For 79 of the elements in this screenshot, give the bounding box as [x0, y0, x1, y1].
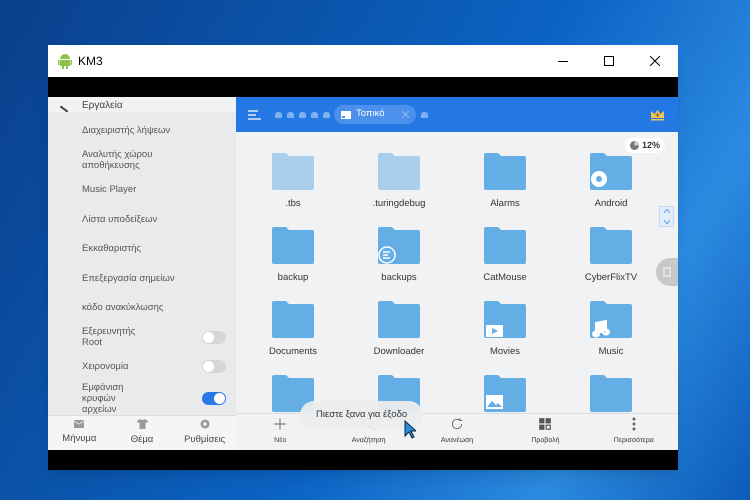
folder-item[interactable]: CyberFlixTV [558, 227, 664, 301]
toggle-switch[interactable] [202, 360, 226, 374]
mouse-cursor-icon [404, 420, 416, 439]
maximize-icon [604, 56, 614, 66]
folder-name: backups [381, 271, 417, 285]
sidebar-item[interactable]: Επεξεργασία σημείων [48, 264, 236, 294]
folder-item[interactable]: .tbs [240, 153, 346, 227]
folder-name: Alarms [490, 197, 520, 211]
refresh-icon [450, 417, 464, 432]
folder-name: .turingdebug [372, 197, 426, 211]
folder-item[interactable]: Android [558, 153, 664, 227]
folder-item[interactable]: backups [346, 227, 452, 301]
folder-name: CyberFlixTV [584, 271, 638, 285]
plus-icon [273, 417, 288, 432]
close-icon [650, 56, 660, 66]
toggle-switch[interactable] [202, 392, 226, 405]
folder-item[interactable]: Alarms [452, 153, 558, 227]
sidebar-item[interactable]: Λίστα υποδείξεων [48, 204, 236, 234]
folder-item[interactable]: Music [558, 301, 664, 375]
scroll-button[interactable] [659, 206, 674, 227]
folder-item[interactable]: Documents [240, 301, 346, 375]
sidebar-item-label: Εξερευνητής Root [82, 326, 136, 348]
sidebar-item-label: Λίστα υποδείξεων [82, 214, 158, 225]
sidebar-item-label: Music Player [82, 184, 138, 196]
folder-name: Movies [490, 345, 520, 359]
sidebar-item[interactable]: Διαχειριστής λήψεων [48, 116, 236, 146]
crown-icon[interactable] [651, 108, 664, 120]
clipboard-tab[interactable] [656, 258, 678, 286]
close-icon[interactable] [402, 111, 408, 118]
sidebar-tab[interactable]: Μήνυμα [48, 416, 111, 450]
settings-icon [200, 418, 210, 429]
minimize-icon [558, 60, 568, 62]
folder-item[interactable]: backup [240, 227, 346, 301]
sidebar-item[interactable]: Εξερευνητής Root [48, 322, 236, 352]
folder-item[interactable]: CatMouse [452, 227, 558, 301]
sidebar-item[interactable]: Αναλυτής χώρου αποθήκευσης [48, 146, 236, 176]
sidebar-item-label: Αναλυτής χώρου αποθήκευσης [82, 149, 154, 172]
arrow-down-icon [664, 220, 670, 224]
more-icon [632, 417, 636, 432]
path-chip-label: Τοπικό [356, 107, 384, 122]
pie-chart-icon [630, 141, 639, 150]
sidebar-item[interactable]: Music Player [48, 175, 236, 205]
mail-icon [74, 420, 84, 428]
folder-item[interactable]: Downloader [346, 301, 452, 375]
sidebar-tab[interactable]: Ρυθμίσεις [173, 416, 236, 450]
breadcrumb-icon [420, 112, 428, 118]
window-title: KM3 [78, 53, 103, 70]
sidebar-item[interactable]: Εκκαθαριστής [48, 234, 236, 264]
folder-item[interactable]: .turingdebug [346, 153, 452, 227]
folder-name: CatMouse [483, 271, 527, 285]
storage-usage-badge[interactable]: 12% [624, 138, 665, 153]
drive-icon [341, 110, 351, 118]
clipboard-icon [663, 267, 671, 277]
sidebar-item[interactable]: Χειρονομία [48, 352, 236, 382]
folder-name: Android [594, 197, 628, 211]
folder-name: .tbs [285, 197, 301, 211]
breadcrumb-icons [275, 112, 330, 118]
sidebar-item[interactable]: κάδο ανακύκλωσης [48, 293, 236, 323]
sidebar-item-label: Διαχειριστής λήψεων [82, 125, 172, 136]
folder-item[interactable]: Movies [452, 301, 558, 375]
toggle-switch[interactable] [202, 330, 226, 344]
folder-name: Downloader [374, 345, 424, 359]
sidebar-item-label: Χειρονομία [82, 361, 130, 372]
sidebar-tab[interactable]: Θέμα [110, 416, 174, 450]
menu-icon[interactable] [248, 110, 261, 120]
folder-name: backup [278, 271, 308, 285]
sidebar-item-label: Εμφάνιση κρυφών αρχείων [82, 382, 124, 415]
folder-name: Music [598, 345, 624, 359]
folder-name: Documents [268, 345, 318, 359]
sidebar-item[interactable]: Εμφάνιση κρυφών αρχείων [48, 382, 236, 415]
sidebar-item-label: Εκκαθαριστής [82, 243, 142, 254]
shirt-icon [136, 418, 148, 429]
sidebar-item-label: κάδο ανακύκλωσης [82, 302, 165, 314]
sidebar-header-title: Εργαλεία [82, 100, 123, 112]
sidebar-item-label: Επεξεργασία σημείων [82, 272, 176, 284]
toast-message: Πιεστε ξανα για έξοδο [300, 401, 424, 429]
android-icon [58, 53, 72, 69]
arrow-up-icon [664, 209, 670, 213]
grid-view-icon [538, 417, 552, 432]
